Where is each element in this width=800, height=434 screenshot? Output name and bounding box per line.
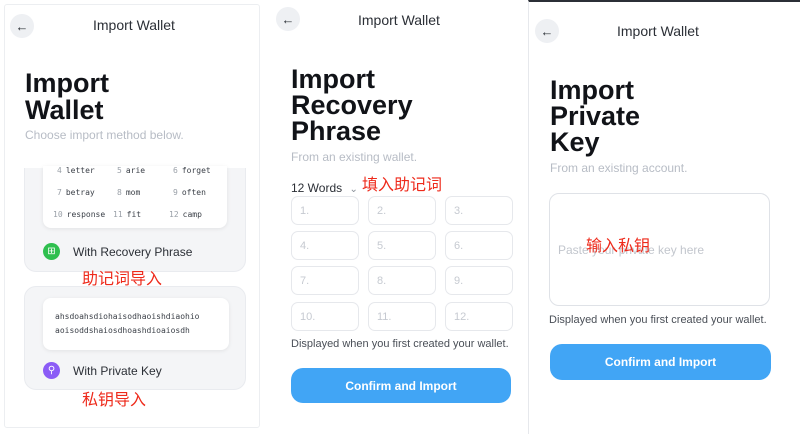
page-title-line2: Wallet	[25, 95, 104, 125]
page-title-line1: Import	[25, 68, 109, 98]
back-button[interactable]: ←	[10, 14, 34, 38]
page-subtitle: From an existing wallet.	[291, 150, 418, 164]
preview-word: 9 often	[173, 188, 206, 197]
panel-import-wallet: ← Import Wallet Import Wallet Choose imp…	[0, 0, 262, 434]
panel-import-private-key: ← Import Wallet Import Private Key From …	[528, 0, 800, 434]
word-input-12[interactable]: 12.	[445, 302, 513, 331]
recovery-phrase-preview: 4 letter 5 arie 6 forget 7 betray 8 mom 9 ofte…	[43, 166, 227, 228]
confirm-import-button[interactable]: Confirm and Import	[291, 368, 511, 403]
word-input-10[interactable]: 10.	[291, 302, 359, 331]
arrow-left-icon: ←	[281, 11, 295, 27]
private-key-option[interactable]: ahsdoahsdiohaisodhaoishdiaohio aoisoddsh…	[24, 286, 246, 390]
word-count-select[interactable]: 12 Words ⌄	[291, 181, 358, 195]
preview-word: 4 letter	[57, 166, 95, 175]
confirm-import-button[interactable]: Confirm and Import	[550, 344, 771, 380]
private-key-preview: ahsdoahsdiohaisodhaoishdiaohio aoisoddsh…	[43, 298, 229, 350]
private-key-label: With Private Key	[73, 364, 162, 378]
recovery-phrase-label: With Recovery Phrase	[73, 245, 193, 259]
page-title-line2: Private	[550, 101, 641, 131]
word-input-9[interactable]: 9.	[445, 266, 513, 295]
page-title-line2: Recovery	[291, 90, 413, 120]
preview-word: 12 camp	[169, 210, 202, 219]
key-icon: ⚲	[43, 362, 60, 379]
helper-note: Displayed when you first created your wa…	[549, 314, 767, 326]
private-key-sample-line1: ahsdoahsdiohaisodhaoishdiaohio	[55, 312, 200, 321]
page-subtitle: Choose import method below.	[25, 128, 184, 142]
panel-import-recovery-phrase: ← Import Wallet Import Recovery Phrase F…	[266, 0, 528, 434]
helper-note: Displayed when you first created your wa…	[291, 338, 509, 350]
word-input-5[interactable]: 5.	[368, 231, 436, 260]
recovery-phrase-option[interactable]: 4 letter 5 arie 6 forget 7 betray 8 mom 9 ofte…	[24, 166, 246, 272]
recovery-input-annotation: 填入助记词	[362, 175, 443, 194]
private-key-input[interactable]: Paste your private key here	[549, 193, 770, 306]
header-title: Import Wallet	[617, 23, 699, 39]
page-title-line3: Phrase	[291, 116, 382, 146]
word-input-3[interactable]: 3.	[445, 196, 513, 225]
private-key-annotation: 私钥导入	[82, 390, 147, 409]
header-title: Import Wallet	[93, 17, 175, 33]
page-title-line3: Key	[550, 127, 600, 157]
word-input-2[interactable]: 2.	[368, 196, 436, 225]
word-input-1[interactable]: 1.	[291, 196, 359, 225]
word-input-4[interactable]: 4.	[291, 231, 359, 260]
private-key-input-annotation: 输入私钥	[586, 236, 651, 255]
header-title: Import Wallet	[358, 12, 440, 28]
page-title-line1: Import	[291, 64, 375, 94]
preview-word: 5 arie	[117, 166, 146, 175]
word-input-7[interactable]: 7.	[291, 266, 359, 295]
arrow-left-icon: ←	[540, 23, 554, 39]
chevron-down-icon: ⌄	[349, 184, 358, 195]
word-input-6[interactable]: 6.	[445, 231, 513, 260]
page-title-line1: Import	[550, 75, 634, 105]
preview-word: 8 mom	[117, 188, 141, 197]
arrow-left-icon: ←	[15, 18, 29, 34]
back-button[interactable]: ←	[535, 19, 559, 43]
private-key-sample-line2: aoisoddshaiosdhoashdioaiosdh	[55, 326, 190, 335]
word-input-11[interactable]: 11.	[368, 302, 436, 331]
preview-word: 10 response	[53, 210, 106, 219]
preview-word: 11 fit	[113, 210, 142, 219]
page-subtitle: From an existing account.	[550, 161, 688, 175]
back-button[interactable]: ←	[276, 7, 300, 31]
word-input-8[interactable]: 8.	[368, 266, 436, 295]
preview-word: 7 betray	[57, 188, 95, 197]
preview-word: 6 forget	[173, 166, 211, 175]
grid-icon: ⊞	[43, 243, 60, 260]
